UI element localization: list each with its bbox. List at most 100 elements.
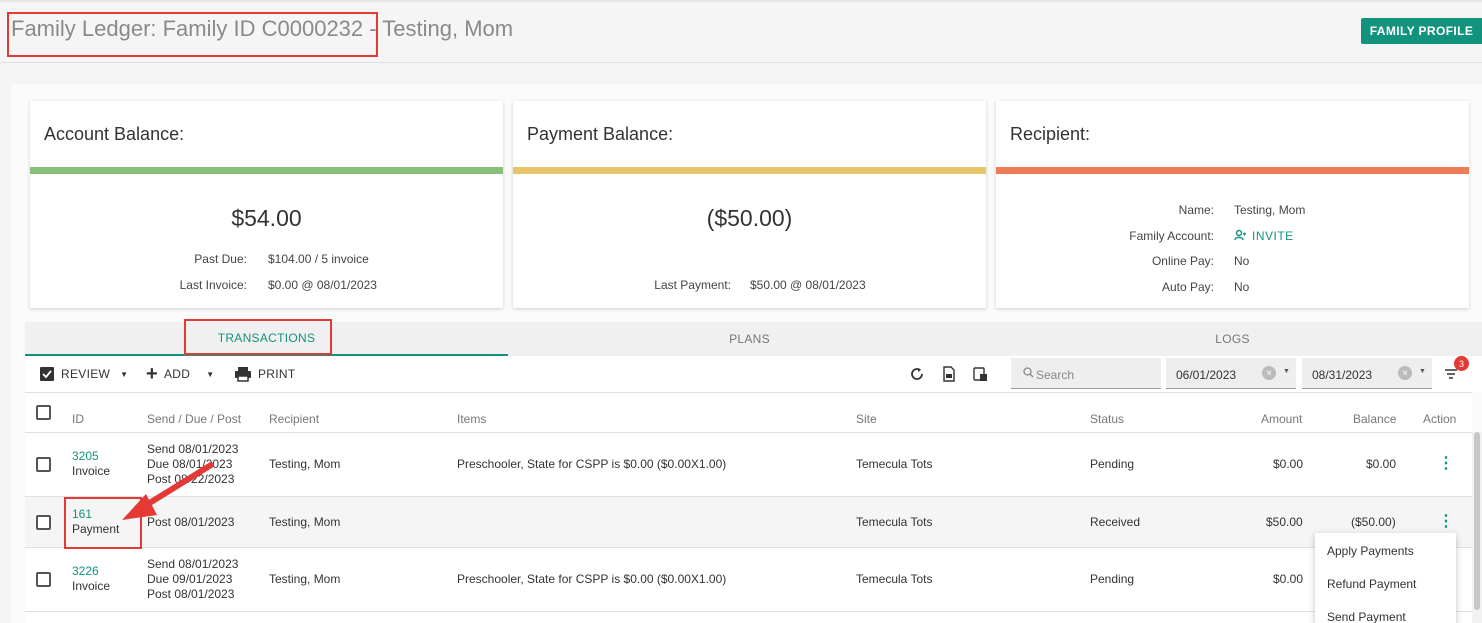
table-scrollbar[interactable]	[1472, 432, 1482, 623]
row-status: Pending	[1090, 457, 1135, 471]
table-row[interactable]: 161 Payment Post 08/01/2023 Testing, Mom…	[25, 496, 1472, 547]
search-icon	[1023, 367, 1034, 381]
row-site: Temecula Tots	[856, 572, 933, 586]
row-site: Temecula Tots	[856, 457, 933, 471]
search-input[interactable]: Search	[1011, 358, 1161, 389]
last-invoice-label: Last Invoice:	[179, 278, 247, 292]
tab-logs[interactable]: LOGS	[991, 322, 1474, 356]
scrollbar-thumb[interactable]	[1474, 432, 1480, 610]
row-checkbox[interactable]	[36, 457, 51, 472]
online-pay-value: No	[1234, 254, 1250, 268]
tab-bar: TRANSACTIONS PLANS LOGS	[25, 322, 1482, 356]
filter-count-badge: 3	[1454, 356, 1469, 371]
table-row	[25, 611, 1472, 623]
end-date-field[interactable]: 08/31/2023 × ▼	[1302, 358, 1432, 389]
add-button[interactable]: + ADD ▼	[146, 356, 214, 392]
payment-balance-bar	[513, 167, 986, 174]
recipient-card: Recipient: Name: Testing, Mom Family Acc…	[996, 101, 1469, 308]
menu-item-refund-payment[interactable]: Refund Payment	[1327, 577, 1416, 591]
chevron-down-icon[interactable]: ▼	[1283, 368, 1290, 375]
row-post-date: Post 08/22/2023	[147, 472, 235, 486]
row-type: Invoice	[72, 464, 111, 478]
row-checkbox[interactable]	[36, 572, 51, 587]
header-id[interactable]: ID	[72, 412, 84, 426]
chevron-down-icon: ▼	[206, 369, 215, 379]
family-profile-button[interactable]: FAMILY PROFILE	[1361, 18, 1482, 44]
header-dates[interactable]: Send / Due / Post	[147, 412, 241, 426]
row-balance: ($50.00)	[1351, 515, 1396, 529]
row-amount: $0.00	[1273, 572, 1304, 586]
print-button[interactable]: PRINT	[234, 356, 296, 392]
row-recipient: Testing, Mom	[269, 572, 341, 586]
tab-plans[interactable]: PLANS	[508, 322, 991, 356]
row-balance: $0.00	[1366, 457, 1397, 471]
row-due-date: Due 08/01/2023	[147, 457, 233, 471]
account-balance-card: Account Balance: $54.00 Past Due: $104.0…	[30, 101, 503, 308]
page-title: Family Ledger: Family ID C0000232 - Test…	[11, 16, 514, 41]
row-status: Received	[1090, 515, 1141, 529]
refresh-icon[interactable]	[907, 364, 927, 384]
print-label: PRINT	[258, 367, 296, 381]
header-recipient[interactable]: Recipient	[269, 412, 319, 426]
header-action: Action	[1423, 412, 1457, 426]
invite-link[interactable]: INVITE	[1234, 229, 1294, 244]
menu-item-apply-payments[interactable]: Apply Payments	[1327, 544, 1414, 558]
chevron-down-icon[interactable]: ▼	[1419, 368, 1426, 375]
recipient-bar	[996, 167, 1469, 174]
row-id-link[interactable]: 161	[72, 507, 92, 522]
name-value: Testing, Mom	[1234, 203, 1306, 217]
transactions-table: ID Send / Due / Post Recipient Items Sit…	[25, 392, 1472, 623]
row-recipient: Testing, Mom	[269, 457, 341, 471]
header-site[interactable]: Site	[856, 412, 877, 426]
table-row[interactable]: 3226 Invoice Send 08/01/2023 Due 09/01/2…	[25, 547, 1472, 611]
clear-end-date-icon[interactable]: ×	[1398, 366, 1412, 380]
clear-start-date-icon[interactable]: ×	[1262, 366, 1276, 380]
recipient-title: Recipient:	[1010, 124, 1091, 144]
header-amount[interactable]: Amount	[1261, 412, 1302, 426]
last-payment-value: $50.00 @ 08/01/2023	[750, 278, 866, 292]
row-status: Pending	[1090, 572, 1135, 586]
row-action-menu: Apply Payments Refund Payment Send Payme…	[1315, 533, 1456, 623]
review-label: REVIEW	[61, 367, 111, 381]
row-more-icon[interactable]: ⋮	[1438, 514, 1454, 530]
row-type: Payment	[72, 522, 120, 536]
row-amount: $50.00	[1266, 515, 1303, 529]
row-id-link[interactable]: 3205	[72, 449, 99, 464]
payment-balance-amount: ($50.00)	[706, 205, 793, 231]
invite-label: INVITE	[1252, 229, 1294, 243]
past-due-value: $104.00 / 5 invoice	[268, 252, 369, 266]
account-balance-title: Account Balance:	[44, 124, 185, 144]
start-date-field[interactable]: 06/01/2023 × ▼	[1166, 358, 1296, 389]
auto-pay-label: Auto Pay:	[1161, 280, 1214, 294]
review-button[interactable]: REVIEW ▼	[39, 356, 128, 392]
row-items: Preschooler, State for CSPP is $0.00 ($0…	[457, 572, 727, 586]
menu-item-send-payment[interactable]: Send Payment	[1327, 610, 1406, 623]
payment-balance-title: Payment Balance:	[527, 124, 674, 144]
chevron-down-icon: ▼	[120, 369, 129, 379]
export-excel-icon[interactable]	[939, 364, 959, 384]
row-send-date: Send 08/01/2023	[147, 442, 239, 456]
header-status[interactable]: Status	[1090, 412, 1124, 426]
name-label: Name:	[1178, 203, 1214, 217]
header-items[interactable]: Items	[457, 412, 486, 426]
add-label: ADD	[163, 367, 191, 381]
row-amount: $0.00	[1273, 457, 1304, 471]
row-checkbox[interactable]	[36, 515, 51, 530]
row-more-icon[interactable]: ⋮	[1438, 456, 1454, 472]
row-id-link[interactable]: 3226	[72, 564, 99, 579]
header-balance[interactable]: Balance	[1353, 412, 1396, 426]
row-site: Temecula Tots	[856, 515, 933, 529]
row-post-date: Post 08/01/2023	[147, 587, 235, 601]
end-date-value: 08/31/2023	[1312, 368, 1373, 382]
person-add-icon	[1234, 229, 1246, 244]
past-due-label: Past Due:	[194, 252, 247, 266]
family-account-label: Family Account:	[1129, 229, 1214, 243]
row-post-date: Post 08/01/2023	[147, 515, 235, 529]
table-row[interactable]: 3205 Invoice Send 08/01/2023 Due 08/01/2…	[25, 432, 1472, 496]
select-all-checkbox[interactable]	[36, 405, 51, 420]
export-pdf-icon[interactable]	[970, 364, 990, 384]
row-due-date: Due 09/01/2023	[147, 572, 233, 586]
row-send-date: Send 08/01/2023	[147, 557, 239, 571]
row-type: Invoice	[72, 579, 111, 593]
tab-transactions[interactable]: TRANSACTIONS	[25, 322, 508, 356]
